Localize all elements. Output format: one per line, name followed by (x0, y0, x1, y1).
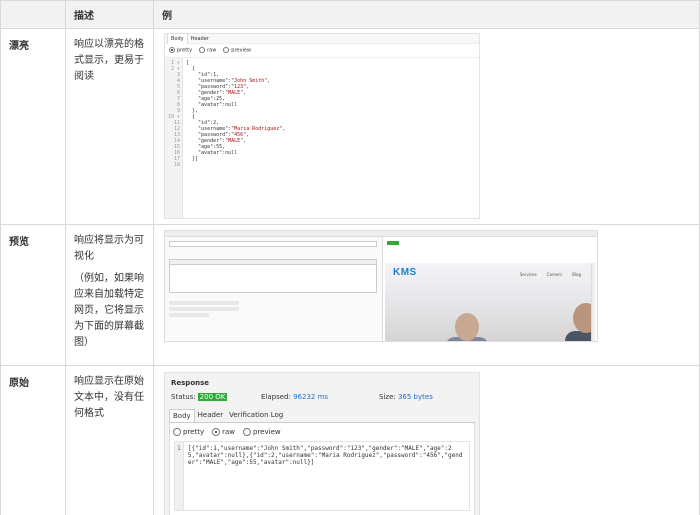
radio-icon[interactable] (199, 47, 206, 54)
tab-header[interactable]: Header (188, 34, 212, 44)
raw-response-panel: Response Status: 200 OK Elapsed: 96232 ms… (164, 372, 480, 515)
tab-body[interactable]: Body (169, 409, 195, 422)
preview-status-badge (387, 241, 399, 245)
header-example: 例 (153, 0, 700, 29)
option-pretty[interactable]: pretty (173, 428, 204, 436)
description-text: 响应将显示为可视化 (74, 235, 144, 262)
kms-logo: KMS (393, 267, 417, 278)
size-group: Size: 365 bytes (379, 393, 433, 401)
elapsed-value: 96232 ms (293, 393, 329, 401)
preview-response-pane: KMS Services Careers Blog (383, 237, 597, 341)
header-description: 描述 (65, 0, 154, 29)
nav-blog: Blog (572, 272, 581, 277)
radio-icon[interactable] (173, 428, 181, 436)
response-body: pretty raw preview 1 [{"id":1,"username"… (169, 423, 475, 515)
preview-request-pane (165, 237, 383, 341)
option-preview[interactable]: preview (223, 47, 251, 54)
response-title: Response (171, 379, 210, 387)
row-description: 响应以漂亮的格式显示，更易于阅读 (65, 28, 154, 225)
pretty-response-panel: Body Header pretty raw preview 1 ▾ 2 ▾ 3 4 5… (164, 33, 480, 219)
option-pretty[interactable]: pretty (169, 47, 192, 54)
tab-body[interactable]: Body (167, 33, 188, 44)
radio-selected-icon[interactable] (212, 428, 221, 436)
raw-code-editor[interactable]: 1 [{"id":1,"username":"John Smith","pass… (174, 441, 470, 511)
code-body: [ { "id":1, "username":"John Smith", "pa… (183, 58, 285, 218)
preview-rendered-page: KMS Services Careers Blog (385, 263, 595, 341)
status-badge: 200 OK (197, 393, 228, 401)
option-raw[interactable]: raw (212, 428, 235, 436)
response-tabs: Body Header Verification Log (169, 409, 475, 423)
nav-services: Services (519, 272, 537, 277)
table-row: 预览 响应将显示为可视化 （例如，如果响应来自加载特定网页，它将显示为下面的屏幕… (0, 224, 700, 366)
row-description: 响应将显示为可视化 （例如，如果响应来自加载特定网页，它将显示为下面的屏幕截图） (65, 224, 154, 366)
header-name (0, 0, 66, 29)
row-description: 响应显示在原始文本中，没有任何格式 (65, 365, 154, 515)
comparison-table: 描述 例 漂亮 响应以漂亮的格式显示，更易于阅读 Body Header pre… (0, 0, 700, 515)
row-name: 原始 (0, 365, 66, 515)
header-row: 描述 例 (0, 0, 700, 29)
example-cell: KMS Services Careers Blog (153, 224, 700, 366)
status-group: Status: 200 OK (171, 393, 228, 401)
preview-scrollbar (591, 263, 595, 341)
description-text: 响应以漂亮的格式显示，更易于阅读 (74, 39, 144, 82)
response-tabs: Body Header (165, 33, 479, 44)
raw-response-text: [{"id":1,"username":"John Smith","passwo… (187, 445, 463, 466)
row-name: 漂亮 (0, 28, 66, 225)
elapsed-group: Elapsed: 96232 ms (261, 393, 329, 401)
tab-verification-log[interactable]: Verification Log (226, 409, 286, 422)
response-status-line: Status: 200 OK Elapsed: 96232 ms Size: 36… (171, 393, 475, 401)
person-photo (455, 313, 479, 341)
option-raw[interactable]: raw (199, 47, 216, 54)
radio-icon[interactable] (223, 47, 230, 54)
line-number-gutter: 1 (175, 442, 184, 510)
row-name: 预览 (0, 224, 66, 366)
radio-selected-icon[interactable] (169, 47, 175, 54)
size-value: 365 bytes (397, 393, 433, 401)
line-number: 18 (173, 162, 180, 168)
table-row: 原始 响应显示在原始文本中，没有任何格式 Response Status: 200… (0, 365, 700, 515)
description-text: 响应显示在原始文本中，没有任何格式 (74, 376, 144, 419)
format-options: pretty raw preview (170, 428, 474, 436)
line-number-gutter: 1 ▾ 2 ▾ 3 4 5 6 7 8 9 10 ▾ 11 12 13 14 15 16 17 18 (165, 58, 183, 218)
nav-careers: Careers (546, 272, 563, 277)
preview-screenshot: KMS Services Careers Blog (164, 230, 598, 342)
tab-header[interactable]: Header (195, 409, 227, 422)
description-text: （例如，如果响应来自加载特定网页，它将显示为下面的屏幕截图） (74, 273, 144, 348)
code-editor[interactable]: 1 ▾ 2 ▾ 3 4 5 6 7 8 9 10 ▾ 11 12 13 14 15 16 17 18 [ { "i… (165, 57, 479, 218)
example-cell: Response Status: 200 OK Elapsed: 96232 ms… (153, 365, 700, 515)
table-row: 漂亮 响应以漂亮的格式显示，更易于阅读 Body Header pretty r… (0, 28, 700, 225)
preview-params-table (169, 259, 377, 293)
format-options: pretty raw preview (165, 44, 479, 57)
option-preview[interactable]: preview (243, 428, 281, 436)
preview-site-nav: Services Careers Blog (520, 272, 581, 277)
preview-url-bar (169, 241, 377, 247)
example-cell: Body Header pretty raw preview 1 ▾ 2 ▾ 3 4 5… (153, 28, 700, 225)
radio-icon[interactable] (243, 428, 252, 436)
